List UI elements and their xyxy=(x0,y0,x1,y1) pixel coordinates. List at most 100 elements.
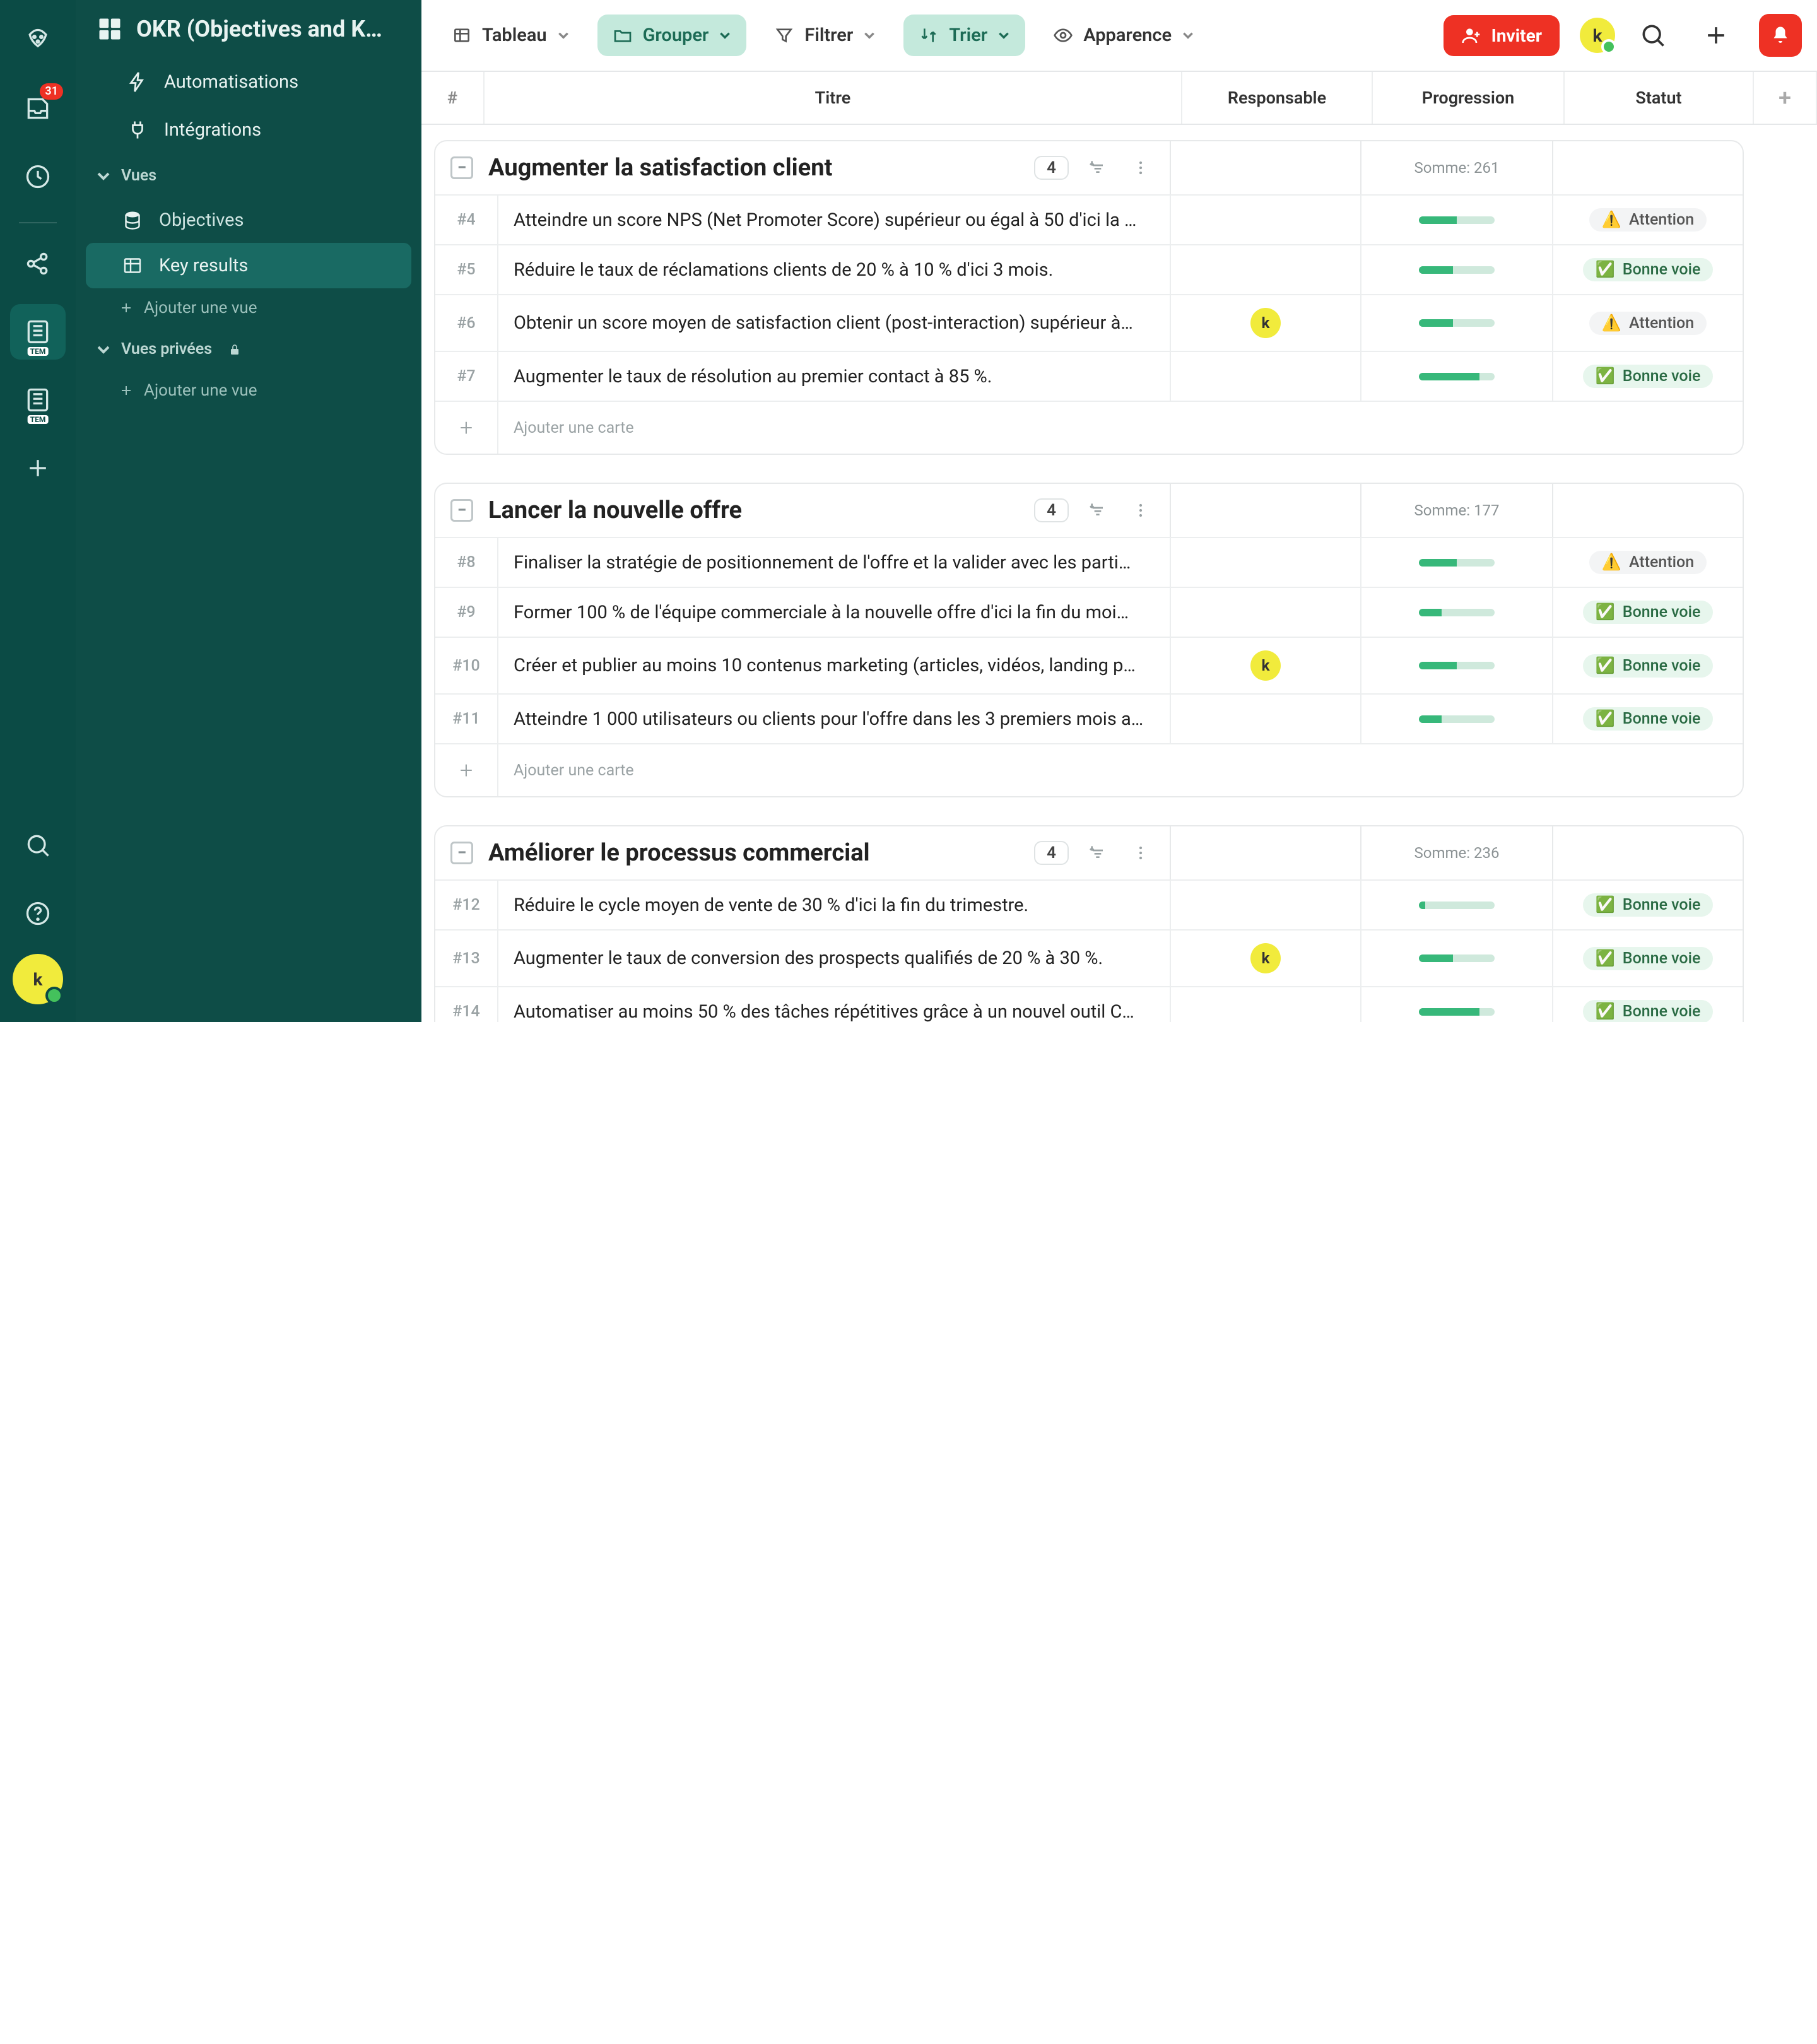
workspace-icon-2[interactable]: TEM xyxy=(10,372,66,428)
row-title[interactable]: Augmenter le taux de conversion des pros… xyxy=(498,931,1171,986)
row-num: #14 xyxy=(435,987,498,1022)
avatar[interactable]: k xyxy=(1250,943,1281,973)
more-icon[interactable] xyxy=(1127,496,1155,524)
collapse-icon[interactable]: − xyxy=(450,499,473,522)
row-progress xyxy=(1361,588,1553,637)
row-responsible[interactable] xyxy=(1171,588,1361,637)
row-title[interactable]: Automatiser au moins 50 % des tâches rép… xyxy=(498,987,1171,1022)
row-status: ✅ Bonne voie xyxy=(1553,352,1743,401)
toolbar-tableau[interactable]: Tableau xyxy=(437,15,585,56)
sidebar-add-view[interactable]: Ajouter une vue xyxy=(76,288,421,327)
sort-icon[interactable] xyxy=(1084,154,1112,182)
help-icon[interactable] xyxy=(10,886,66,941)
row-responsible[interactable]: k xyxy=(1171,295,1361,351)
add-workspace-icon[interactable] xyxy=(10,440,66,496)
row-title[interactable]: Créer et publier au moins 10 contenus ma… xyxy=(498,638,1171,693)
row-responsible[interactable]: k xyxy=(1171,638,1361,693)
row-title[interactable]: Atteindre un score NPS (Net Promoter Sco… xyxy=(498,196,1171,244)
more-icon[interactable] xyxy=(1127,154,1155,182)
chevron-down-icon xyxy=(997,29,1010,42)
bolt-icon xyxy=(126,71,149,93)
row-title[interactable]: Finaliser la stratégie de positionnement… xyxy=(498,538,1171,587)
chevron-down-icon xyxy=(1182,29,1194,42)
row-num: #4 xyxy=(435,196,498,244)
sort-icon[interactable] xyxy=(1084,496,1112,524)
group-title[interactable]: Améliorer le processus commercial xyxy=(488,839,1019,867)
row-status: ✅ Bonne voie xyxy=(1553,931,1743,986)
sidebar-add-private-view[interactable]: Ajouter une vue xyxy=(76,371,421,410)
row-title[interactable]: Obtenir un score moyen de satisfaction c… xyxy=(498,295,1171,351)
nav-rail: 31 TEM TEM k xyxy=(0,0,76,1022)
row-responsible[interactable] xyxy=(1171,352,1361,401)
table-row[interactable]: #9 Former 100 % de l'équipe commerciale … xyxy=(435,587,1743,637)
table-row[interactable]: #14 Automatiser au moins 50 % des tâches… xyxy=(435,986,1743,1022)
sidebar-item-automations[interactable]: Automatisations xyxy=(86,58,411,106)
row-num: #9 xyxy=(435,588,498,637)
sidebar-view-objectives[interactable]: Objectives xyxy=(86,197,411,243)
table-row[interactable]: #12 Réduire le cycle moyen de vente de 3… xyxy=(435,879,1743,929)
add-card-row[interactable]: + Ajouter une carte xyxy=(435,743,1743,796)
sidebar-view-keyresults[interactable]: Key results xyxy=(86,243,411,288)
row-responsible[interactable] xyxy=(1171,695,1361,743)
table-row[interactable]: #7 Augmenter le taux de résolution au pr… xyxy=(435,351,1743,401)
add-column-button[interactable]: + xyxy=(1754,72,1817,124)
sidebar-section-private-views[interactable]: Vues privées xyxy=(76,327,421,371)
collapse-icon[interactable]: − xyxy=(450,156,473,179)
workspace-icon-1[interactable]: TEM xyxy=(10,304,66,360)
collapse-icon[interactable]: − xyxy=(450,842,473,864)
avatar[interactable]: k xyxy=(1250,650,1281,681)
recent-icon[interactable] xyxy=(10,149,66,204)
user-avatar-bottom[interactable]: k xyxy=(13,954,63,1004)
row-responsible[interactable] xyxy=(1171,538,1361,587)
row-status: ✅ Bonne voie xyxy=(1553,588,1743,637)
add-button[interactable] xyxy=(1691,10,1741,61)
sidebar-section-views[interactable]: Vues xyxy=(76,154,421,197)
toolbar-trier[interactable]: Trier xyxy=(903,15,1025,56)
more-icon[interactable] xyxy=(1127,839,1155,867)
row-responsible[interactable] xyxy=(1171,881,1361,929)
row-num: #13 xyxy=(435,931,498,986)
row-title[interactable]: Atteindre 1 000 utilisateurs ou clients … xyxy=(498,695,1171,743)
table-row[interactable]: #10 Créer et publier au moins 10 contenu… xyxy=(435,637,1743,693)
toolbar-grouper[interactable]: Grouper xyxy=(597,15,747,56)
user-avatar-top[interactable]: k xyxy=(1580,18,1615,53)
table-row[interactable]: #13 Augmenter le taux de conversion des … xyxy=(435,929,1743,986)
chevron-down-icon xyxy=(96,168,111,184)
row-responsible[interactable] xyxy=(1171,987,1361,1022)
plus-icon xyxy=(119,383,134,398)
toolbar-apparence[interactable]: Apparence xyxy=(1038,15,1209,56)
avatar[interactable]: k xyxy=(1250,308,1281,338)
row-title[interactable]: Réduire le taux de réclamations clients … xyxy=(498,245,1171,294)
search-button[interactable] xyxy=(1628,10,1678,61)
row-title[interactable]: Réduire le cycle moyen de vente de 30 % … xyxy=(498,881,1171,929)
group-title[interactable]: Lancer la nouvelle offre xyxy=(488,496,1019,524)
group-title[interactable]: Augmenter la satisfaction client xyxy=(488,154,1019,182)
group-cell-resp xyxy=(1171,141,1361,194)
group-cell-status xyxy=(1553,484,1743,537)
notifications-button[interactable] xyxy=(1759,14,1802,57)
table-row[interactable]: #4 Atteindre un score NPS (Net Promoter … xyxy=(435,194,1743,244)
row-responsible[interactable] xyxy=(1171,196,1361,244)
chevron-down-icon xyxy=(719,29,731,42)
table-row[interactable]: #8 Finaliser la stratégie de positionnem… xyxy=(435,537,1743,587)
logo-icon[interactable] xyxy=(10,13,66,68)
sort-icon[interactable] xyxy=(1084,839,1112,867)
table-row[interactable]: #5 Réduire le taux de réclamations clien… xyxy=(435,244,1743,294)
inbox-icon[interactable]: 31 xyxy=(10,81,66,136)
table-row[interactable]: #6 Obtenir un score moyen de satisfactio… xyxy=(435,294,1743,351)
row-title[interactable]: Augmenter le taux de résolution au premi… xyxy=(498,352,1171,401)
row-progress xyxy=(1361,196,1553,244)
inbox-badge: 31 xyxy=(40,83,63,100)
share-icon[interactable] xyxy=(10,236,66,291)
add-card-row[interactable]: + Ajouter une carte xyxy=(435,401,1743,454)
table-row[interactable]: #11 Atteindre 1 000 utilisateurs ou clie… xyxy=(435,693,1743,743)
invite-button[interactable]: Inviter xyxy=(1444,15,1560,56)
search-icon[interactable] xyxy=(10,818,66,873)
toolbar-filtrer[interactable]: Filtrer xyxy=(759,15,891,56)
row-responsible[interactable]: k xyxy=(1171,931,1361,986)
row-title[interactable]: Former 100 % de l'équipe commerciale à l… xyxy=(498,588,1171,637)
board-icon xyxy=(96,15,124,43)
row-responsible[interactable] xyxy=(1171,245,1361,294)
search-icon xyxy=(1639,21,1667,49)
sidebar-item-integrations[interactable]: Intégrations xyxy=(86,106,411,154)
